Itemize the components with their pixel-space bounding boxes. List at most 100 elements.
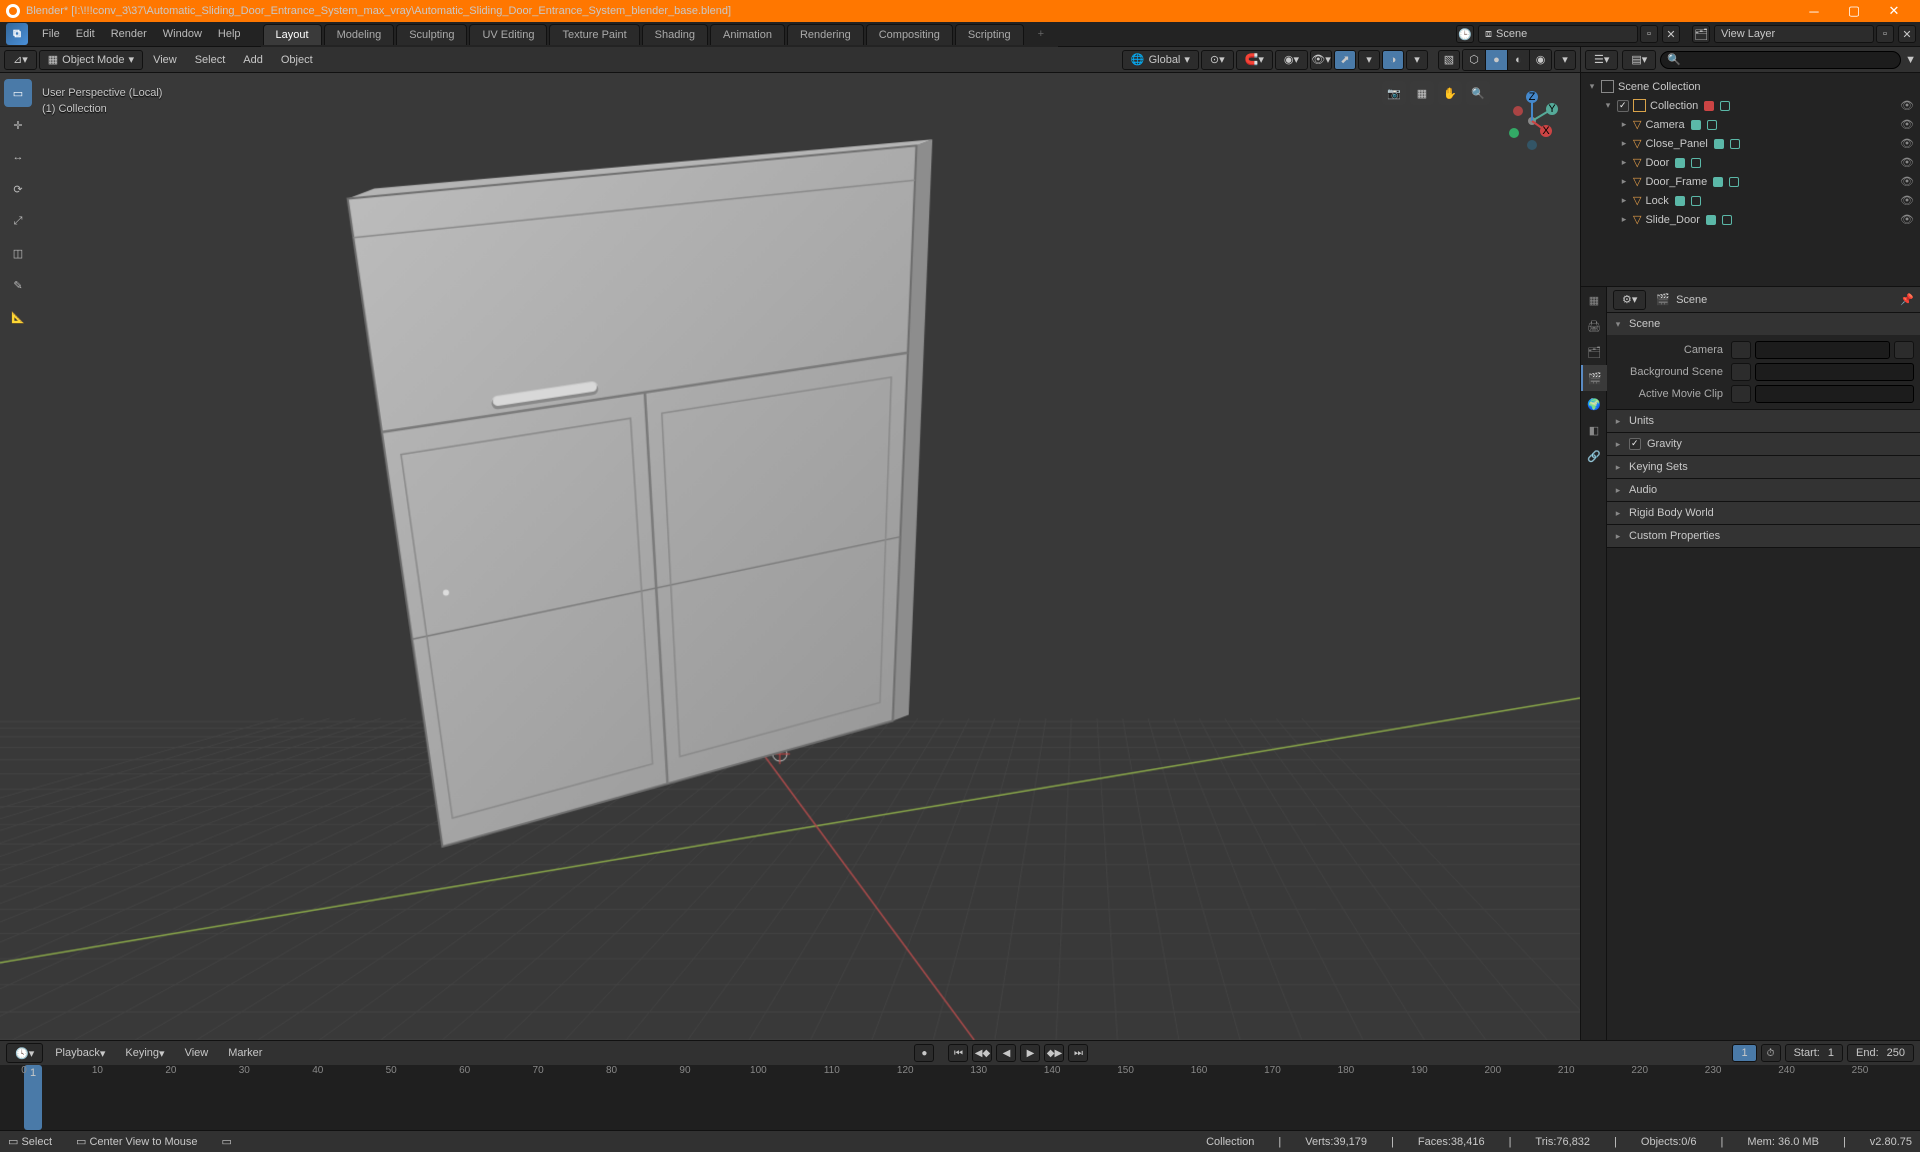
overlays-toggle-icon[interactable]: ◑ xyxy=(1382,50,1404,70)
collection-enable-checkbox[interactable] xyxy=(1617,100,1629,112)
ptab-scene[interactable]: 🎬 xyxy=(1581,365,1607,391)
tool-annotate[interactable]: ✎ xyxy=(4,271,32,299)
visibility-eye-icon[interactable]: 👁 xyxy=(1900,156,1914,169)
panel-head-scene[interactable]: ▾Scene xyxy=(1607,313,1920,335)
scene-new-button[interactable]: ▫ xyxy=(1640,25,1658,43)
vh-menu-add[interactable]: Add xyxy=(235,50,271,70)
visibility-eye-icon[interactable]: 👁 xyxy=(1900,137,1914,150)
menu-render[interactable]: Render xyxy=(103,22,155,47)
ptab-world[interactable]: 🌍 xyxy=(1581,391,1607,417)
vh-menu-select[interactable]: Select xyxy=(187,50,234,70)
zoom-view-icon[interactable]: 🔍 xyxy=(1466,81,1490,105)
viewlayer-browse-button[interactable]: 🗂 xyxy=(1692,25,1710,43)
overlays-dropdown-icon[interactable]: ▾ xyxy=(1406,50,1428,70)
orientation-dropdown[interactable]: 🌐Global▾ xyxy=(1122,50,1199,70)
visibility-eye-icon[interactable]: 👁 xyxy=(1900,99,1914,112)
menu-window[interactable]: Window xyxy=(155,22,210,47)
bgscene-field[interactable] xyxy=(1755,363,1914,381)
visibility-eye-icon[interactable]: 👁 xyxy=(1900,213,1914,226)
visibility-eye-icon[interactable]: 👁 xyxy=(1900,194,1914,207)
workspace-tab-compositing[interactable]: Compositing xyxy=(866,24,953,45)
xray-toggle-icon[interactable]: ▧ xyxy=(1438,50,1460,70)
camera-view-icon[interactable]: 📷 xyxy=(1382,81,1406,105)
vh-menu-object[interactable]: Object xyxy=(273,50,321,70)
gizmos-toggle-icon[interactable]: ⬈ xyxy=(1334,50,1356,70)
jump-prev-key-icon[interactable]: ◀◆ xyxy=(972,1044,992,1062)
eyedropper-icon[interactable] xyxy=(1894,341,1914,359)
workspace-tab-uv[interactable]: UV Editing xyxy=(469,24,547,45)
workspace-tab-animation[interactable]: Animation xyxy=(710,24,785,45)
camera-browse-icon[interactable] xyxy=(1731,341,1751,359)
shading-wireframe-icon[interactable]: ⬡ xyxy=(1463,50,1485,70)
current-frame-field[interactable]: 1 xyxy=(1732,1044,1756,1062)
movieclip-field[interactable] xyxy=(1755,385,1914,403)
perspective-toggle-icon[interactable]: ▦ xyxy=(1410,81,1434,105)
tl-menu-keying[interactable]: Keying ▾ xyxy=(117,1043,172,1063)
shading-solid-icon[interactable]: ● xyxy=(1485,50,1507,70)
outliner-tree[interactable]: ▾ Scene Collection ▾ Collection 👁 ▸▽Came… xyxy=(1581,73,1920,286)
panel-head-audio[interactable]: ▸Audio xyxy=(1607,479,1920,501)
tool-transform[interactable]: ◫ xyxy=(4,239,32,267)
outliner-filter-button[interactable]: ▼ xyxy=(1905,54,1916,66)
workspace-tab-modeling[interactable]: Modeling xyxy=(324,24,395,45)
workspace-tab-sculpting[interactable]: Sculpting xyxy=(396,24,467,45)
camera-field[interactable] xyxy=(1755,341,1890,359)
viewlayer-new-button[interactable]: ▫ xyxy=(1876,25,1894,43)
panel-head-units[interactable]: ▸Units xyxy=(1607,410,1920,432)
tree-object[interactable]: ▸▽Door👁 xyxy=(1581,153,1920,172)
jump-start-icon[interactable]: ⏮ xyxy=(948,1044,968,1062)
tl-menu-view[interactable]: View xyxy=(177,1043,217,1063)
workspace-tab-scripting[interactable]: Scripting xyxy=(955,24,1024,45)
panel-head-keying[interactable]: ▸Keying Sets xyxy=(1607,456,1920,478)
scene-browse-button[interactable]: 🕒 xyxy=(1456,25,1474,43)
tl-menu-playback[interactable]: Playback ▾ xyxy=(47,1043,113,1063)
proportional-dropdown[interactable]: ◉▾ xyxy=(1275,50,1308,70)
viewlayer-delete-button[interactable]: ✕ xyxy=(1898,25,1916,43)
editor-type-dropdown[interactable]: ⊿▾ xyxy=(4,50,37,70)
ptab-render[interactable]: ▦ xyxy=(1581,287,1607,313)
tool-move[interactable]: ↔ xyxy=(4,143,32,171)
visibility-eye-icon[interactable]: 👁 xyxy=(1900,118,1914,131)
mode-dropdown[interactable]: ▦Object Mode▾ xyxy=(39,50,143,70)
ptab-viewlayer[interactable]: 🗂 xyxy=(1581,339,1607,365)
tool-rotate[interactable]: ⟳ xyxy=(4,175,32,203)
tree-object[interactable]: ▸▽Lock👁 xyxy=(1581,191,1920,210)
jump-end-icon[interactable]: ⏭ xyxy=(1068,1044,1088,1062)
scene-name-field[interactable]: ⧈Scene xyxy=(1478,25,1638,43)
shading-options-dropdown[interactable]: ▾ xyxy=(1554,50,1576,70)
workspace-tab-shading[interactable]: Shading xyxy=(642,24,708,45)
movieclip-browse-icon[interactable] xyxy=(1731,385,1751,403)
workspace-tab-texture[interactable]: Texture Paint xyxy=(549,24,639,45)
outliner-editor-type[interactable]: ☰▾ xyxy=(1585,50,1618,70)
vh-menu-view[interactable]: View xyxy=(145,50,185,70)
tool-measure[interactable]: 📐 xyxy=(4,303,32,331)
snap-dropdown[interactable]: 🧲▾ xyxy=(1236,50,1273,70)
shading-lookdev-icon[interactable]: ◐ xyxy=(1507,50,1529,70)
window-close-button[interactable]: ✕ xyxy=(1874,0,1914,22)
time-display-icon[interactable]: ⏱ xyxy=(1761,1044,1781,1062)
jump-next-key-icon[interactable]: ◆▶ xyxy=(1044,1044,1064,1062)
end-frame-field[interactable]: End:250 xyxy=(1847,1044,1914,1062)
nav-gizmo[interactable]: Y Z X xyxy=(1500,89,1564,153)
tree-object[interactable]: ▸▽Close_Panel👁 xyxy=(1581,134,1920,153)
visibility-dropdown-icon[interactable]: 👁▾ xyxy=(1310,50,1332,70)
viewlayer-name-field[interactable]: View Layer xyxy=(1714,25,1874,43)
workspace-tab-rendering[interactable]: Rendering xyxy=(787,24,864,45)
scene-delete-button[interactable]: ✕ xyxy=(1662,25,1680,43)
play-reverse-icon[interactable]: ◀ xyxy=(996,1044,1016,1062)
pivot-dropdown[interactable]: ⊙▾ xyxy=(1201,50,1234,70)
panel-head-gravity[interactable]: ▸Gravity xyxy=(1607,433,1920,455)
tl-menu-marker[interactable]: Marker xyxy=(220,1043,270,1063)
gizmos-dropdown-icon[interactable]: ▾ xyxy=(1358,50,1380,70)
visibility-eye-icon[interactable]: 👁 xyxy=(1900,175,1914,188)
tool-scale[interactable]: ⤢ xyxy=(4,207,32,235)
ptab-object[interactable]: ◧ xyxy=(1581,417,1607,443)
tree-object[interactable]: ▸▽Slide_Door👁 xyxy=(1581,210,1920,229)
window-minimize-button[interactable]: ─ xyxy=(1794,0,1834,22)
timeline-ruler[interactable]: 1 01020304050607080901001101201301401501… xyxy=(0,1065,1920,1130)
pin-icon[interactable]: 📌 xyxy=(1900,293,1914,306)
workspace-tab-layout[interactable]: Layout xyxy=(263,24,322,45)
tree-collection[interactable]: ▾ Collection 👁 xyxy=(1581,96,1920,115)
workspace-add-button[interactable]: + xyxy=(1026,24,1056,44)
tree-scene-collection[interactable]: ▾ Scene Collection xyxy=(1581,77,1920,96)
